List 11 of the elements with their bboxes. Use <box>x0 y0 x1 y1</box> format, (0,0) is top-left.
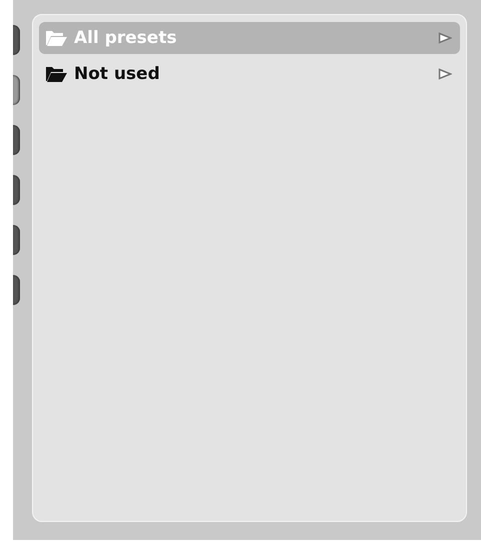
side-tab[interactable] <box>13 275 20 305</box>
side-tab[interactable] <box>13 175 20 205</box>
triangle-icon <box>438 32 452 44</box>
triangle-icon <box>438 68 452 80</box>
side-tab[interactable] <box>13 125 20 155</box>
folder-icon <box>44 65 68 83</box>
side-tab[interactable] <box>13 75 20 105</box>
side-tab[interactable] <box>13 25 20 55</box>
side-tab[interactable] <box>13 225 20 255</box>
folder-icon <box>44 29 68 47</box>
preset-folder-item[interactable]: Not used <box>39 58 460 90</box>
